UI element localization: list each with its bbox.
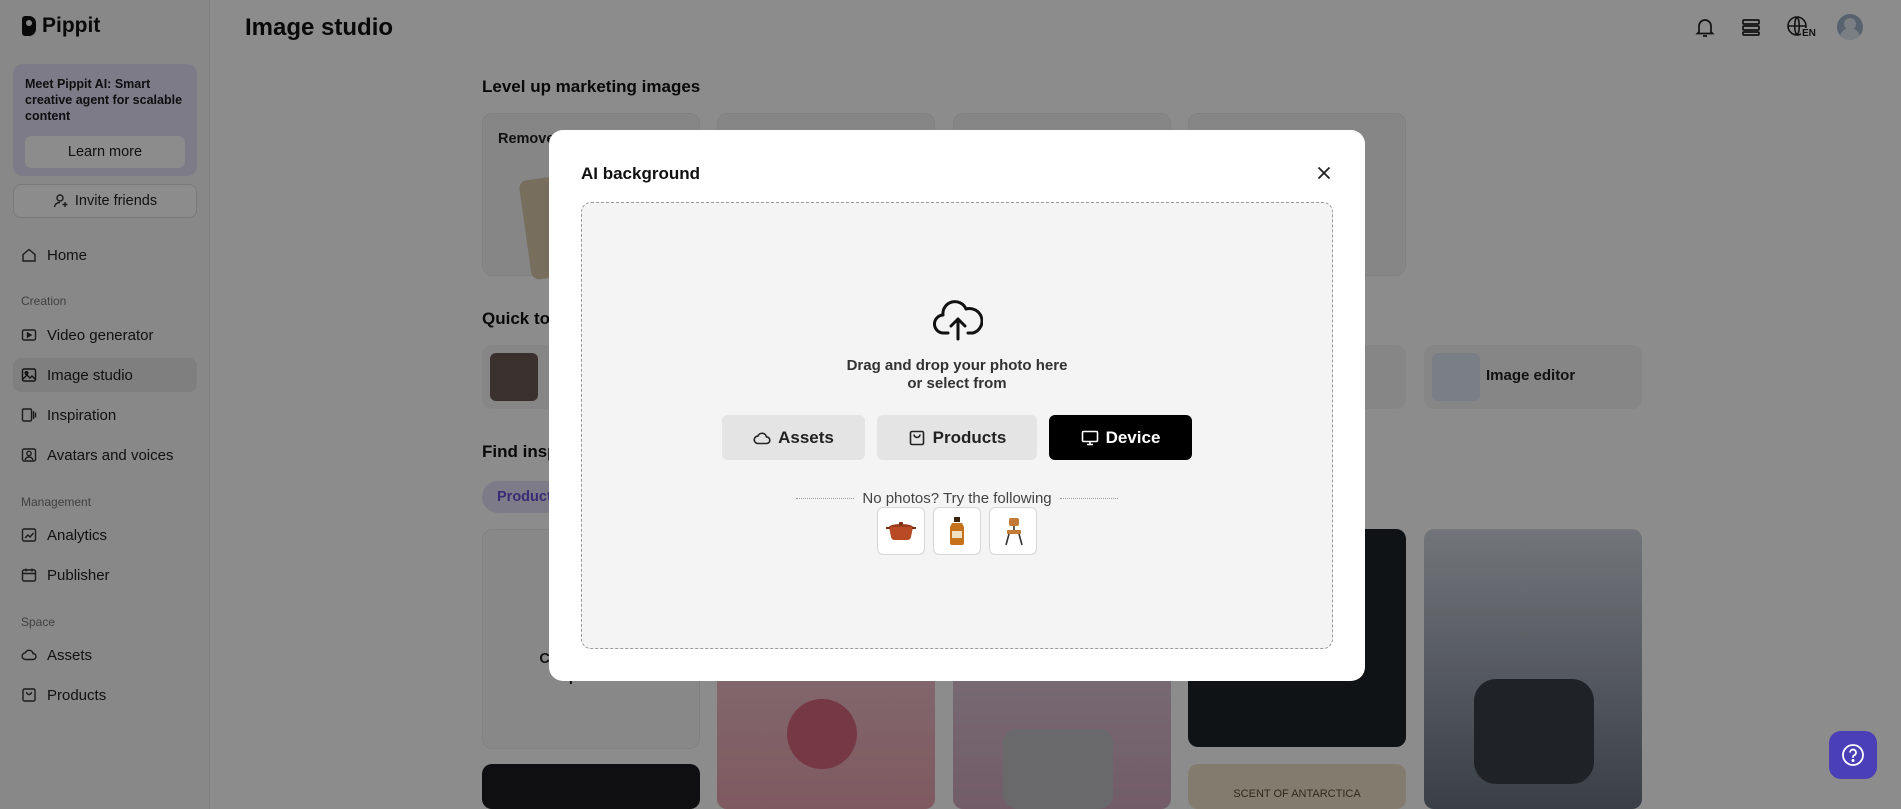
dropzone-instruction: Drag and drop your photo here [846,357,1068,374]
upload-dropzone[interactable]: Drag and drop your photo here or select … [581,202,1333,649]
monitor-icon [1081,430,1098,445]
product-box-icon [909,430,924,445]
products-button-label: Products [932,427,1007,447]
select-from-device-button[interactable]: Device [1049,415,1192,460]
select-from-products-button[interactable]: Products [877,415,1037,460]
divider [796,498,855,499]
device-button-label: Device [1105,427,1161,447]
ai-background-modal: AI background Drag and drop your photo h… [549,130,1365,681]
cloud-upload-icon [933,300,983,341]
sample-photo-bottle[interactable] [933,507,981,555]
no-photos-label: No photos? Try the following [862,490,1052,507]
divider [1059,498,1118,499]
modal-title: AI background [581,164,701,183]
cloud-icon [753,431,771,444]
bottle-icon [950,517,964,545]
pot-icon [886,522,916,541]
sample-photo-chair[interactable] [989,507,1037,555]
close-icon[interactable] [1315,164,1333,182]
chair-icon [1005,518,1023,546]
question-icon [1842,744,1864,766]
no-photos-hint: No photos? Try the following [582,490,1332,507]
assets-button-label: Assets [778,427,834,447]
select-from-assets-button[interactable]: Assets [722,415,865,460]
sample-photo-pot[interactable] [877,507,925,555]
dropzone-subtext: or select from [907,375,1007,392]
help-button[interactable] [1829,731,1877,779]
